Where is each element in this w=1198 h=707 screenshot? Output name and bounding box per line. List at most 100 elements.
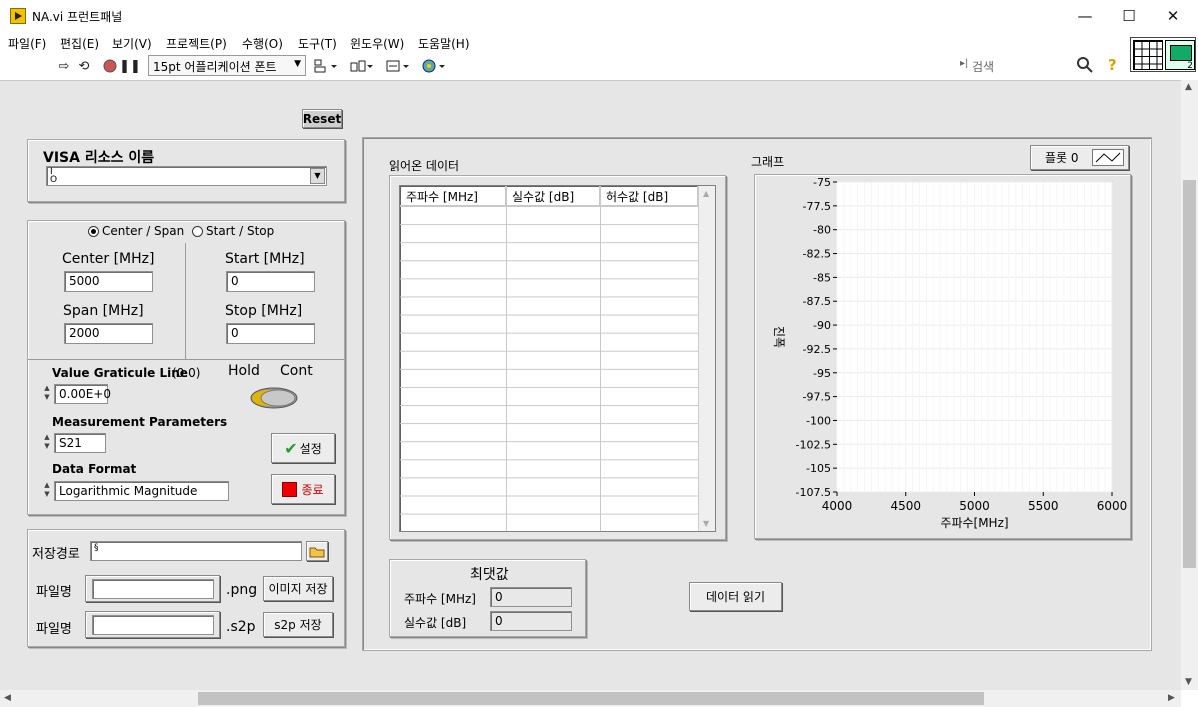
horizontal-scroll-thumb[interactable] — [198, 692, 984, 705]
save-s2p-button[interactable]: s2p 저장 — [263, 612, 333, 637]
column-header-imag[interactable]: 허수값 [dB] — [600, 186, 698, 206]
stop-square-icon — [282, 481, 298, 497]
reorder-icon[interactable] — [420, 57, 446, 75]
visa-label: VISA 리소스 이름 — [43, 150, 155, 166]
y-tick-label: -90 — [813, 319, 831, 332]
maximize-button[interactable]: ☐ — [1106, 0, 1152, 32]
y-tick-label: -87.5 — [803, 295, 831, 308]
y-tick-label: -82.5 — [803, 248, 831, 261]
span-input[interactable]: 2000 — [64, 323, 153, 344]
radio-unselected-icon — [192, 225, 203, 237]
y-tick-label: -95 — [813, 367, 831, 380]
menu-operate[interactable]: 수행(O) — [242, 35, 283, 52]
menu-tools[interactable]: 도구(T) — [298, 35, 337, 52]
scroll-up-icon[interactable]: ▲ — [703, 189, 709, 198]
max-real-value: 0 — [490, 611, 572, 631]
read-data-button[interactable]: 데이터 읽기 — [689, 582, 782, 611]
help-icon[interactable]: ? — [1108, 56, 1117, 74]
menu-window[interactable]: 윈도우(W) — [350, 35, 404, 52]
center-input[interactable]: 5000 — [64, 271, 153, 292]
graticule-stepper[interactable]: ▲ ▼ — [42, 384, 52, 404]
radio-center-span[interactable]: Center / Span — [88, 224, 184, 238]
title-bar: NA.vi 프런트패널 — ☐ ✕ — [0, 0, 1198, 32]
graph-title: 그래프 — [751, 155, 785, 169]
data-format-input[interactable]: Logarithmic Magnitude — [54, 481, 229, 501]
y-tick-label: -77.5 — [803, 200, 831, 213]
scroll-right-icon[interactable]: ▶ — [1168, 693, 1175, 703]
run-arrow-icon[interactable]: ⇨ — [56, 57, 72, 75]
span-label: Span [MHz] — [63, 303, 144, 319]
reset-button[interactable]: Reset — [302, 109, 342, 128]
plot-legend[interactable]: 플롯 0 — [1030, 145, 1129, 170]
close-button[interactable]: ✕ — [1150, 0, 1196, 32]
s2p-extension: .s2p — [226, 619, 256, 635]
hold-cont-toggle[interactable] — [250, 387, 298, 409]
menu-edit[interactable]: 편집(E) — [60, 35, 99, 52]
vertical-scroll-thumb[interactable] — [1183, 180, 1196, 568]
save-image-button[interactable]: 이미지 저장 — [263, 576, 333, 601]
visa-resource-field[interactable]: IO ▼ — [46, 166, 327, 186]
window-title: NA.vi 프런트패널 — [32, 10, 123, 24]
run-continuous-icon[interactable]: ⟲ — [76, 57, 92, 75]
stop-input[interactable]: 0 — [226, 323, 315, 344]
radio-start-stop-label: Start / Stop — [206, 224, 275, 238]
stop-button[interactable]: 종료 — [271, 474, 335, 504]
menu-view[interactable]: 보기(V) — [112, 35, 152, 52]
divider-horizontal — [28, 359, 344, 360]
filename-label-2: 파일명 — [36, 622, 72, 637]
abort-icon[interactable] — [102, 57, 118, 75]
max-freq-value: 0 — [490, 587, 572, 607]
horizontal-scrollbar[interactable]: ◀ ▶ — [0, 690, 1181, 707]
graticule-note: (0.0) — [172, 366, 201, 380]
align-icon[interactable] — [312, 57, 338, 75]
scroll-left-icon[interactable]: ◀ — [4, 693, 11, 703]
resize-icon[interactable] — [384, 57, 410, 75]
plot-line-icon — [1092, 149, 1124, 166]
distribute-icon[interactable] — [348, 57, 374, 75]
measurement-stepper[interactable]: ▲ ▼ — [42, 433, 52, 453]
scroll-down-icon[interactable]: ▼ — [703, 519, 709, 528]
search-placeholder: 검색 — [972, 60, 995, 74]
font-select[interactable]: 15pt 어플리케이션 폰트 ▼ — [148, 55, 306, 76]
stop-button-label: 종료 — [301, 482, 324, 497]
center-label: Center [MHz] — [62, 251, 155, 267]
pause-icon[interactable]: ❚❚ — [119, 57, 141, 75]
stop-label: Stop [MHz] — [225, 303, 303, 319]
menu-project[interactable]: 프로젝트(P) — [166, 35, 227, 52]
graticule-input[interactable]: 0.00E+0 — [54, 384, 111, 404]
divider-vertical — [185, 243, 186, 359]
io-icon: IO — [50, 167, 58, 185]
menu-file[interactable]: 파일(F) — [8, 35, 46, 52]
measurement-input[interactable]: S21 — [54, 433, 106, 453]
filename-input-s2p[interactable] — [92, 615, 214, 635]
graph-svg[interactable]: -75 -77.5 -80 -82.5 -85 -87.5 -90 -92.5 -95 -97.5… — [755, 175, 1132, 540]
connector-pane-icon[interactable]: 2 — [1130, 37, 1196, 72]
filename-frame-1 — [85, 575, 220, 602]
table-scrollbar[interactable]: ▲ ▼ — [698, 186, 715, 531]
radio-start-stop[interactable]: Start / Stop — [192, 224, 274, 238]
scroll-up-icon[interactable]: ▲ — [1185, 82, 1192, 92]
visa-panel: VISA 리소스 이름 IO ▼ — [27, 139, 345, 202]
folder-browse-button[interactable] — [306, 541, 328, 561]
column-header-real[interactable]: 실수값 [dB] — [506, 186, 600, 206]
vertical-scrollbar[interactable]: ▲ ▼ — [1181, 80, 1198, 690]
minimize-button[interactable]: — — [1062, 0, 1108, 32]
scroll-down-icon[interactable]: ▼ — [1185, 677, 1192, 687]
connector-grid-icon — [1133, 40, 1163, 70]
table-title: 읽어온 데이터 — [389, 159, 460, 173]
chevron-down-icon[interactable]: ▼ — [310, 168, 325, 184]
filename-input-png[interactable] — [92, 579, 214, 599]
path-input[interactable]: § — [90, 541, 302, 561]
data-format-stepper[interactable]: ▲ ▼ — [42, 481, 52, 501]
data-table[interactable]: 주파수 [MHz] 실수값 [dB] 허수값 [dB] ▲ ▼ — [399, 185, 716, 532]
search-icon[interactable] — [1076, 56, 1094, 78]
set-button[interactable]: ✔ 설정 — [271, 433, 335, 463]
start-input[interactable]: 0 — [226, 271, 315, 292]
font-select-value: 15pt 어플리케이션 폰트 — [153, 60, 277, 74]
column-header-frequency[interactable]: 주파수 [MHz] — [400, 186, 506, 206]
menu-help[interactable]: 도움말(H) — [418, 35, 470, 52]
table-rows — [400, 206, 698, 531]
y-axis-label: 진폭 — [772, 326, 786, 348]
hold-label: Hold — [228, 363, 260, 379]
connector-number: 2 — [1187, 61, 1193, 71]
